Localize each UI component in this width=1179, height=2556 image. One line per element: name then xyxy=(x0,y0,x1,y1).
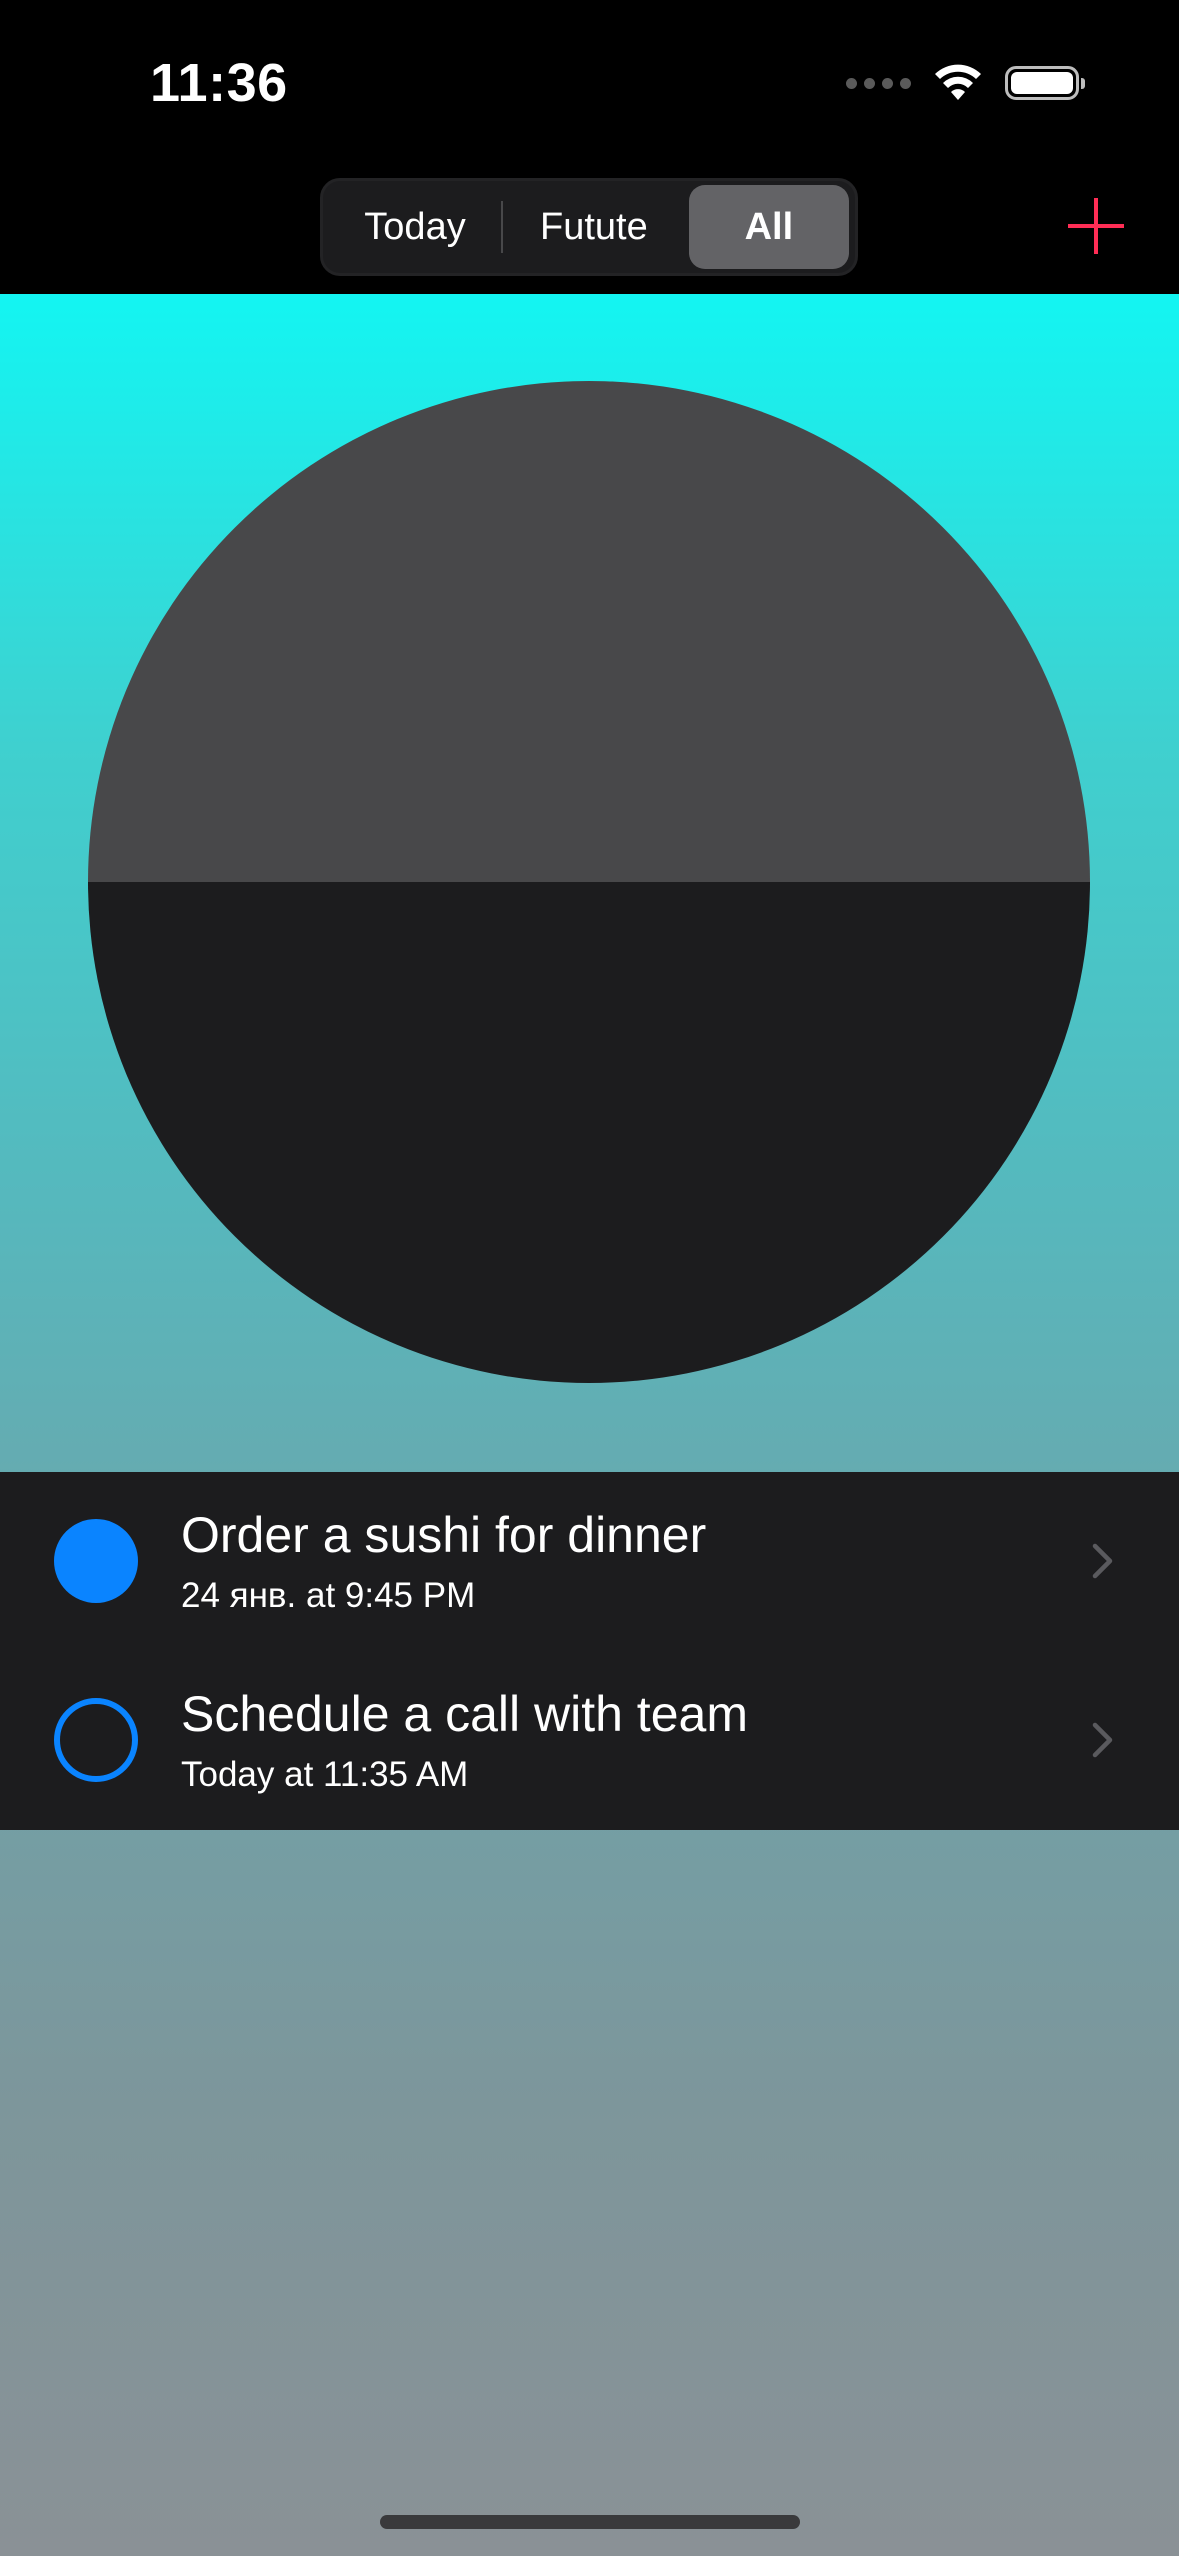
status-time: 11:36 xyxy=(150,53,288,113)
progress-pie-chart xyxy=(88,381,1090,1383)
task-checkbox-checked[interactable] xyxy=(54,1519,138,1603)
chevron-right-icon xyxy=(1092,1722,1113,1758)
task-list: Order a sushi for dinner 24 янв. at 9:45… xyxy=(0,1472,1179,1830)
task-row[interactable]: Order a sushi for dinner 24 янв. at 9:45… xyxy=(0,1472,1179,1651)
status-bar: 11:36 xyxy=(0,0,1179,170)
task-title: Order a sushi for dinner xyxy=(181,1507,707,1563)
pie-lower-half xyxy=(88,882,1090,1383)
segment-today[interactable]: Today xyxy=(329,185,501,269)
task-date: 24 янв. at 9:45 PM xyxy=(181,1576,476,1615)
nav-bar: Today Futute All xyxy=(0,170,1179,294)
segment-all[interactable]: All xyxy=(688,185,849,269)
battery-icon xyxy=(1005,66,1085,100)
wifi-icon xyxy=(935,64,981,100)
chevron-right-icon xyxy=(1092,1543,1113,1579)
task-checkbox-unchecked[interactable] xyxy=(54,1698,138,1782)
main-content: Order a sushi for dinner 24 янв. at 9:45… xyxy=(0,294,1179,2556)
add-task-button[interactable] xyxy=(1068,198,1124,254)
pie-upper-half xyxy=(88,381,1090,882)
segment-future[interactable]: Futute xyxy=(503,185,685,269)
filter-segmented-control: Today Futute All xyxy=(320,178,858,276)
cellular-signal-icon xyxy=(846,77,911,89)
home-indicator[interactable] xyxy=(380,2515,800,2529)
task-row[interactable]: Schedule a call with team Today at 11:35… xyxy=(0,1651,1179,1830)
task-title: Schedule a call with team xyxy=(181,1686,748,1742)
status-icons xyxy=(846,64,1085,102)
task-date: Today at 11:35 AM xyxy=(181,1755,469,1794)
